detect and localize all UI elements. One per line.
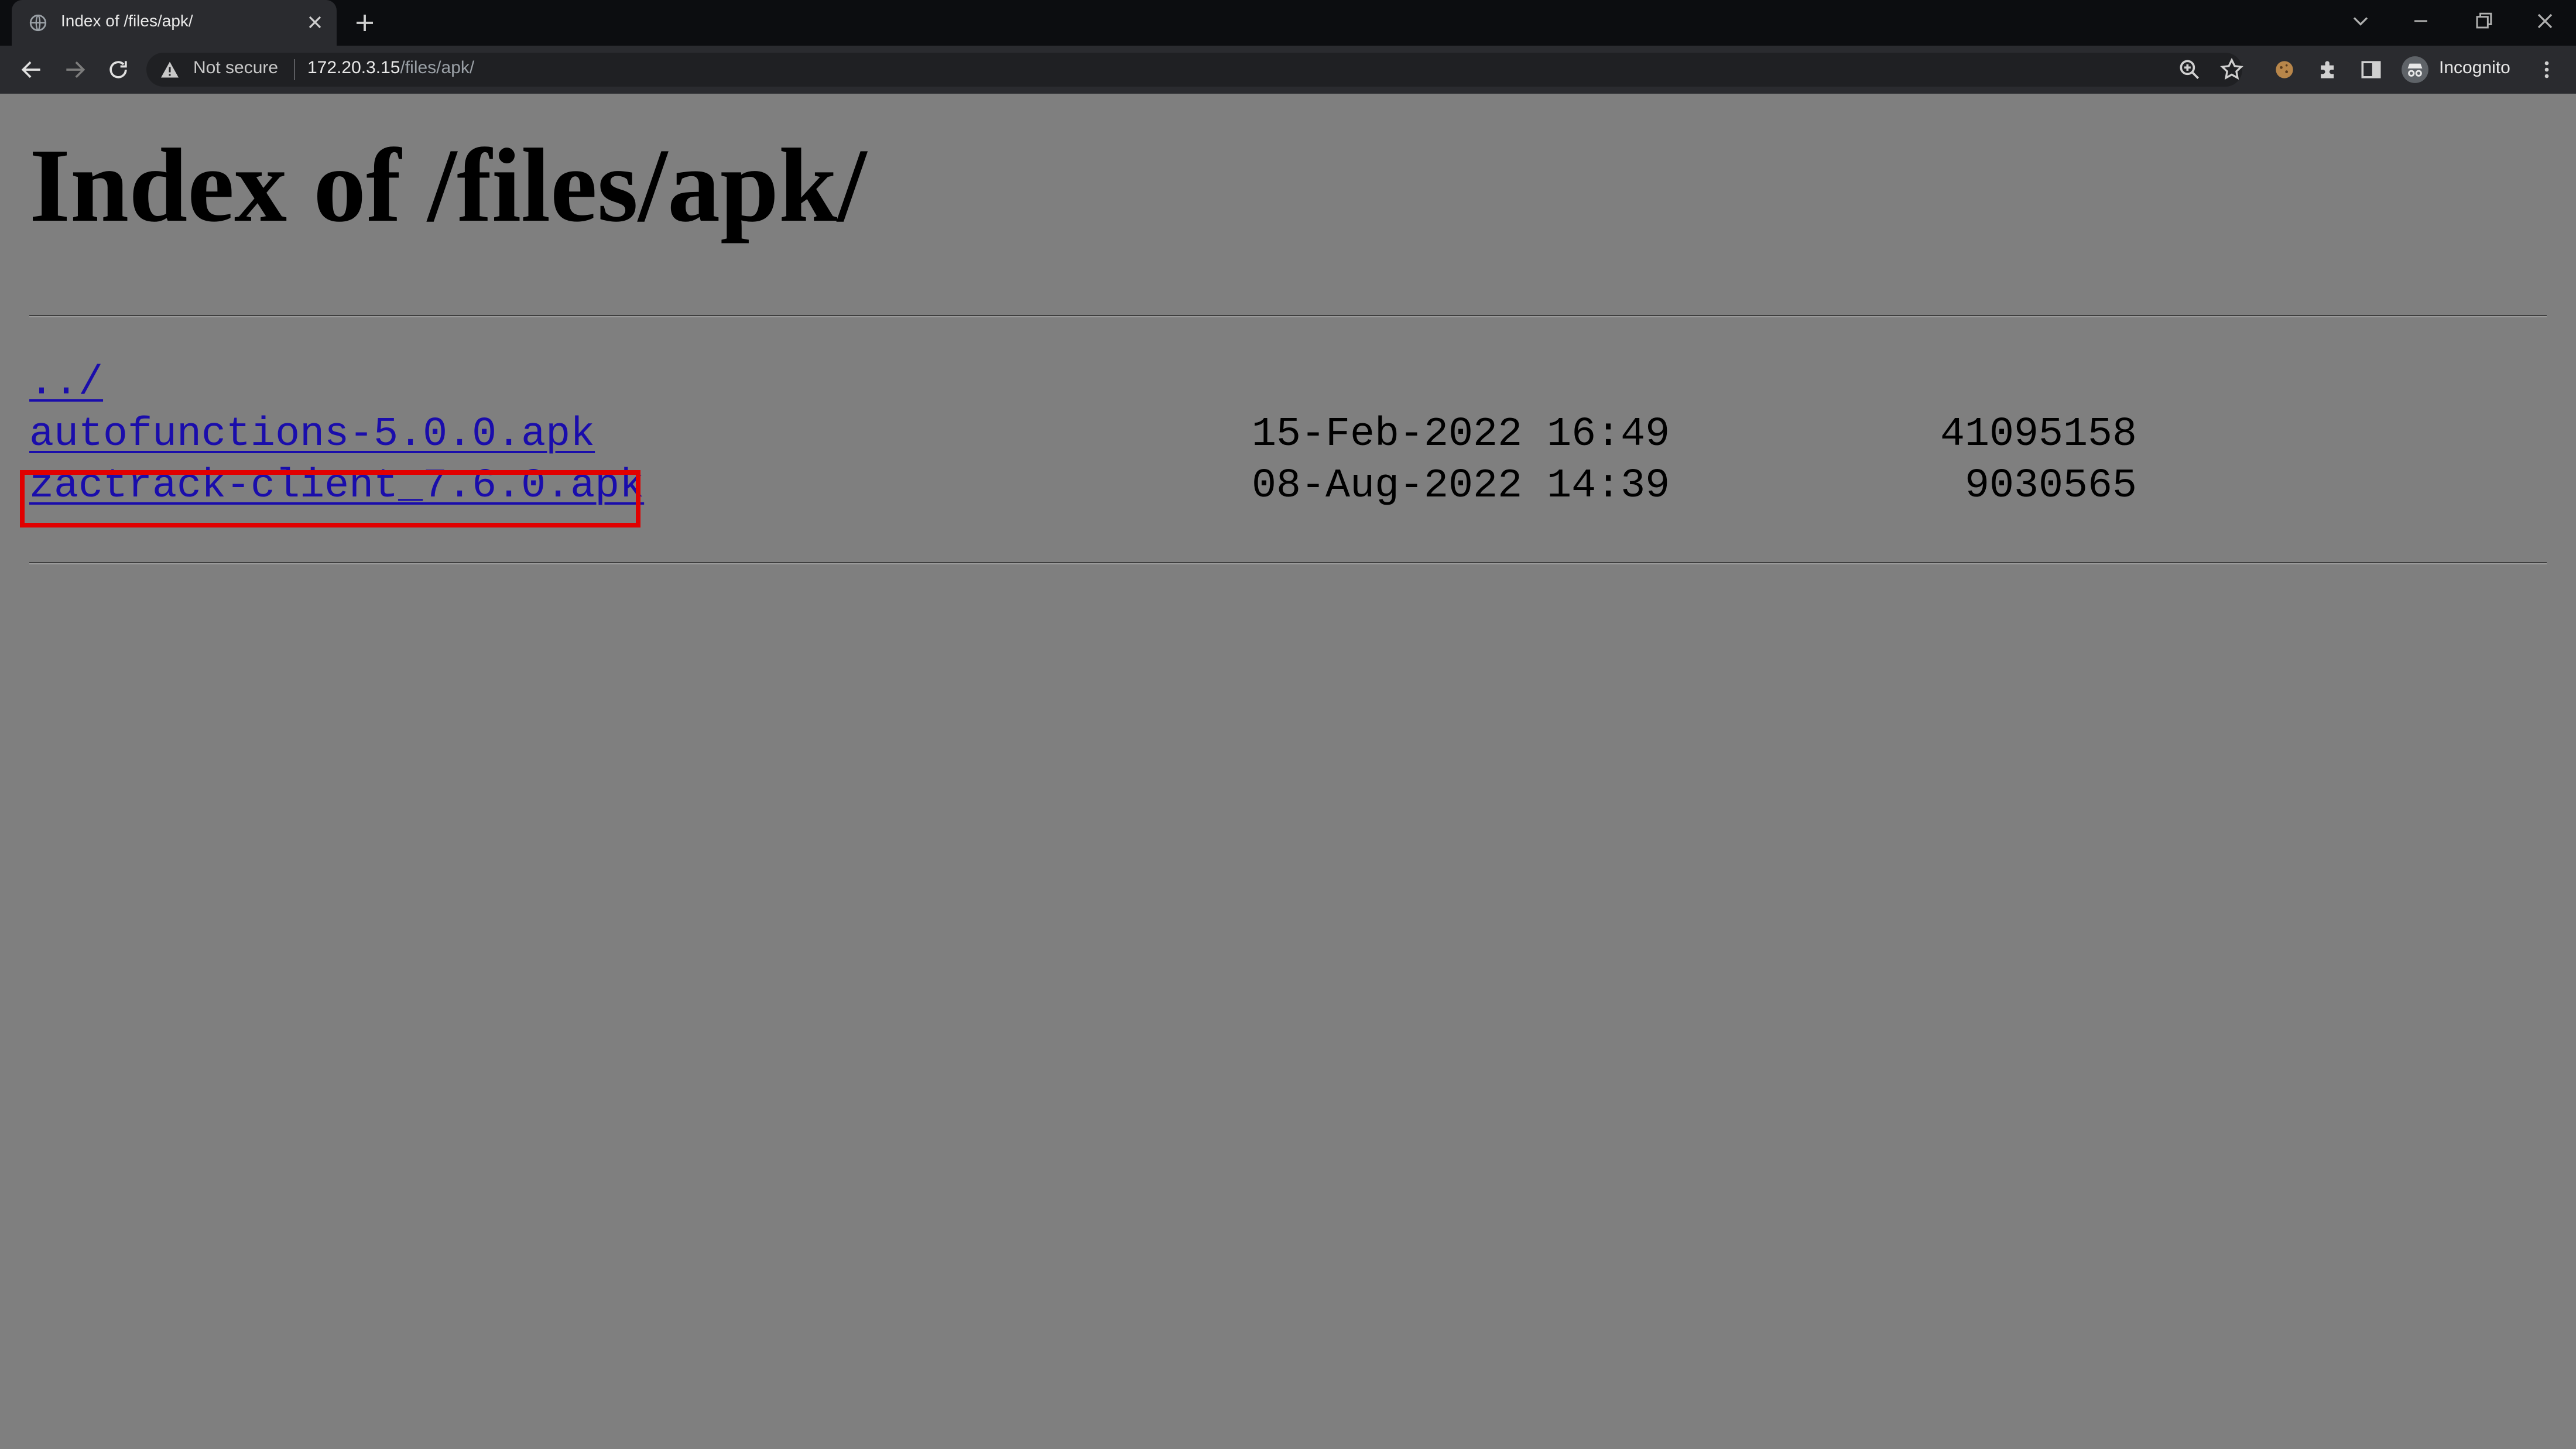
top-divider [29,315,2547,317]
file-size: 9030565 [1964,463,2137,509]
security-label[interactable]: Not secure [193,58,278,78]
file-link[interactable]: autofunctions-5.0.0.apk [29,412,595,458]
zoom-icon[interactable] [2177,57,2202,83]
tab-title: Index of /files/apk/ [61,12,193,30]
cookie-icon[interactable] [2272,57,2297,83]
active-tab[interactable]: Index of /files/apk/ [12,0,337,46]
page-title: Index of /files/apk/ [29,127,867,244]
globe-icon [29,14,47,32]
incognito-icon[interactable] [2400,55,2430,84]
tab-search-chevron-icon[interactable] [2348,8,2373,34]
file-date: 08-Aug-2022 14:39 [1252,463,1670,509]
restore-icon[interactable] [2471,8,2496,34]
reload-icon[interactable] [105,57,131,83]
url-text[interactable]: 172.20.3.15/files/apk/ [307,58,474,78]
plus-icon[interactable] [352,11,377,35]
back-arrow-icon[interactable] [19,57,44,83]
warning-triangle-icon[interactable] [159,59,180,80]
incognito-label[interactable]: Incognito [2439,58,2510,78]
forward-arrow-icon[interactable] [62,57,88,83]
file-date: 15-Feb-2022 16:49 [1252,412,1670,458]
side-panel-icon[interactable] [2358,57,2384,83]
list-item: ../ [29,360,2547,412]
bottom-divider [29,562,2547,564]
url-host: 172.20.3.15 [307,58,400,77]
url-path: /files/apk/ [400,58,475,77]
puzzle-icon[interactable] [2315,57,2341,83]
parent-directory-link[interactable]: ../ [29,360,103,406]
file-size: 41095158 [1940,412,2137,458]
list-item: autofunctions-5.0.0.apk 15-Feb-2022 16:4… [29,412,2547,463]
address-separator [294,59,295,80]
star-icon[interactable] [2219,57,2245,83]
minimize-icon[interactable] [2408,8,2434,34]
highlight-box [20,470,640,527]
tab-strip: Index of /files/apk/ [0,0,2576,46]
close-icon[interactable] [304,12,326,33]
kebab-menu-icon[interactable] [2534,57,2560,83]
window-close-icon[interactable] [2532,8,2558,34]
page-content: Index of /files/apk/ ../ autofunctions-5… [0,94,2576,1449]
